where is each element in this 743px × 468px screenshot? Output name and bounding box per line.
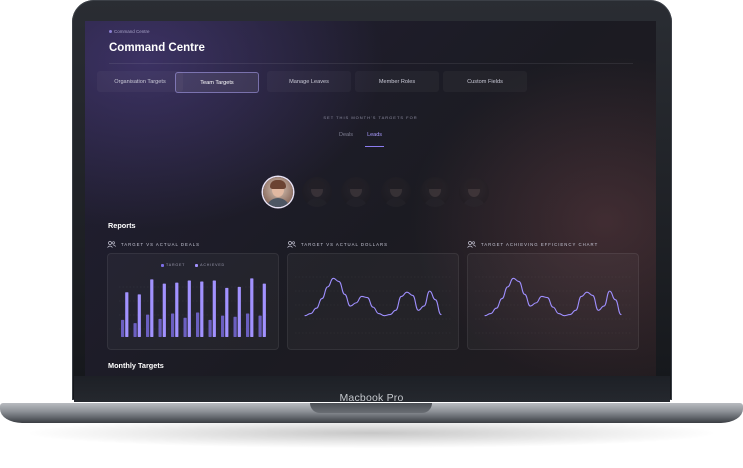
chart-title: TARGET VS ACTUAL DOLLARS [301,242,388,247]
users-icon [467,241,476,248]
tab-label: Organisation Targets [114,78,166,85]
bar-achieved [162,283,166,337]
home-icon [109,30,112,33]
bar-achieved [125,292,129,337]
series-line [304,277,442,317]
bar-target [208,319,212,337]
breadcrumb[interactable]: Command Centre [109,29,150,34]
bar-achieved [137,294,141,337]
chart-heading-efficiency: TARGET ACHIEVING EFFICIENCY CHART [467,241,598,248]
reports-title: Reports [108,221,136,230]
avatar[interactable] [459,177,489,207]
avatar-shoulders [305,198,329,207]
avatar-hair [270,180,286,189]
bar-target [221,315,225,337]
line-chart [475,276,631,334]
users-icon [107,241,116,248]
chart-title: TARGET ACHIEVING EFFICIENCY CHART [481,242,599,247]
breadcrumb-label: Command Centre [114,29,150,34]
chart-card-dollars [287,253,459,350]
bar-achieved [225,287,229,337]
avatar-hair [466,180,482,189]
bar-target [183,317,187,337]
avatar[interactable] [381,177,411,207]
line-chart [295,276,451,334]
tab-manage-leaves[interactable]: Manage Leaves [267,71,351,92]
tab-custom-fields[interactable]: Custom Fields [443,71,527,92]
bar-achieved [212,280,216,337]
header-divider [109,63,633,64]
avatar[interactable] [420,177,450,207]
series-line [484,277,622,317]
bar-achieved [250,278,254,337]
bar-target [171,313,175,337]
target-type-deals[interactable]: Deals [337,129,355,147]
avatar[interactable] [302,177,332,207]
bar-achieved [175,282,179,337]
bar-achieved [150,279,154,337]
tab-organisation-targets[interactable]: Organisation Targets [97,71,183,92]
bar-target [158,318,162,337]
bar-target [146,314,150,337]
bar-achieved [200,281,204,337]
targets-caption: SET THIS MONTH'S TARGETS FOR [323,115,418,120]
bar-chart [119,278,269,337]
tab-label: Custom Fields [467,78,503,85]
bar-achieved [237,286,241,337]
avatar[interactable] [341,177,371,207]
bar-target [133,323,137,337]
page-title: Command Centre [109,42,205,54]
bar-target [258,315,262,337]
users-icon [287,241,296,248]
avatar-shoulders [384,198,408,207]
target-type-switch: Deals Leads [337,129,385,147]
bar-achieved [262,283,266,337]
bar-target [121,319,125,337]
chart-heading-dollars: TARGET VS ACTUAL DOLLARS [287,241,388,248]
bar-target [246,313,250,337]
avatar-hair [348,180,364,189]
target-type-leads[interactable]: Leads [365,129,385,147]
avatar-shoulders [423,198,447,207]
app-screen: Command Centre Command Centre Organisati… [85,21,656,376]
tab-label: Member Roles [378,78,416,85]
bar-achieved [187,280,191,337]
tab-label: Manage Leaves [289,78,329,85]
chart-card-efficiency [467,253,639,350]
chart-card-deals: TARGET ACHIEVED [107,253,279,350]
bar-target [233,316,237,337]
avatar-hair [388,180,404,189]
tab-member-roles[interactable]: Member Roles [355,71,439,92]
tab-label: Team Targets [200,79,234,86]
laptop-notch [310,403,432,413]
avatar-shoulders [462,198,486,207]
chart-heading-deals: TARGET VS ACTUAL DEALS [107,241,200,248]
avatar-shoulders [266,198,290,207]
chart-title: TARGET VS ACTUAL DEALS [121,242,200,247]
avatar-hair [427,180,443,189]
monthly-targets-title: Monthly Targets [108,361,164,370]
tab-team-targets[interactable]: Team Targets [175,72,259,93]
bar-target [196,312,200,337]
avatar[interactable] [263,177,293,207]
avatar-shoulders [344,198,368,207]
avatar-hair [309,180,325,189]
